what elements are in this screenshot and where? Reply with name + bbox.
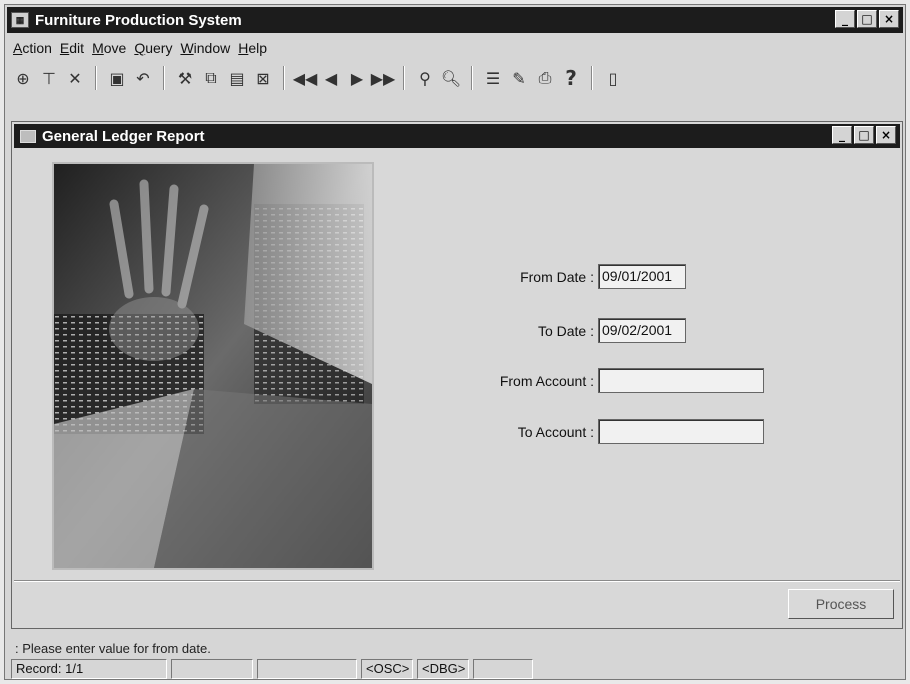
exit-icon[interactable]: ▯: [601, 66, 625, 90]
minimize-button[interactable]: _: [835, 10, 855, 28]
app-icon: ▦: [11, 12, 29, 28]
copy-icon[interactable]: ⧉: [199, 66, 223, 90]
child-title: General Ledger Report: [42, 127, 205, 145]
status-panel-empty: [473, 659, 533, 679]
toolbar-separator: [95, 66, 97, 90]
to-date-field[interactable]: 09/02/2001: [598, 318, 686, 343]
last-record-icon[interactable]: ▶▶: [371, 66, 396, 90]
decorative-image-graphic: [54, 164, 372, 568]
to-account-row: To Account :: [452, 419, 764, 444]
process-button[interactable]: Process: [788, 589, 894, 619]
next-record-icon[interactable]: ▶: [345, 66, 369, 90]
help-icon[interactable]: ?: [559, 66, 583, 90]
menu-move[interactable]: Move: [92, 40, 126, 56]
dbg-indicator: <DBG>: [417, 659, 469, 679]
child-maximize-button[interactable]: □: [854, 126, 874, 144]
menu-help[interactable]: Help: [238, 40, 267, 56]
filter-icon[interactable]: ⊤: [37, 66, 61, 90]
menu-bar: Action Edit Move Query Window Help: [13, 37, 267, 59]
search-icon[interactable]: ⚲: [413, 66, 437, 90]
window-controls: _ □ ×: [835, 10, 899, 28]
main-window: ▦ Furniture Production System _ □ × Acti…: [4, 4, 906, 680]
child-window-controls: _ □ ×: [832, 126, 896, 144]
app-title: Furniture Production System: [35, 11, 242, 29]
toolbar-separator: [471, 66, 473, 90]
to-date-row: To Date : 09/02/2001: [452, 318, 686, 343]
status-panel-empty: [257, 659, 357, 679]
from-date-field[interactable]: 09/01/2001: [598, 264, 686, 289]
from-date-row: From Date : 09/01/2001: [452, 264, 686, 289]
child-titlebar: General Ledger Report _ □ ×: [14, 124, 900, 148]
child-close-button[interactable]: ×: [876, 126, 896, 144]
clear-filter-icon[interactable]: ✕: [63, 66, 87, 90]
to-account-field[interactable]: [598, 419, 764, 444]
previous-record-icon[interactable]: ◀: [319, 66, 343, 90]
form-separator: [14, 580, 900, 582]
form-icon: [20, 129, 36, 143]
status-message: : Please enter value for from date.: [15, 641, 211, 656]
general-ledger-report-window: General Ledger Report _ □ × From Date: …: [11, 121, 903, 629]
first-record-icon[interactable]: ◀◀: [293, 66, 318, 90]
record-indicator: Record: 1/1: [11, 659, 167, 679]
toolbar-separator: [283, 66, 285, 90]
toolbar-separator: [591, 66, 593, 90]
menu-action[interactable]: Action: [13, 40, 52, 56]
to-account-label: To Account :: [517, 423, 594, 440]
osc-indicator: <OSC>: [361, 659, 413, 679]
menu-query[interactable]: Query: [134, 40, 172, 56]
menu-window[interactable]: Window: [180, 40, 230, 56]
zoom-icon[interactable]: 🔍︎: [439, 66, 463, 90]
toolbar-separator: [163, 66, 165, 90]
undo-icon[interactable]: ↶: [131, 66, 155, 90]
toolbar-separator: [403, 66, 405, 90]
decorative-image: [52, 162, 374, 570]
save-icon[interactable]: ▣: [105, 66, 129, 90]
status-panel-empty: [171, 659, 253, 679]
to-date-label: To Date :: [537, 322, 594, 339]
close-button[interactable]: ×: [879, 10, 899, 28]
from-account-row: From Account :: [452, 368, 764, 393]
edit-icon[interactable]: ✎: [507, 66, 531, 90]
print-icon[interactable]: ⎙: [533, 66, 557, 90]
delete-icon[interactable]: ⊠: [251, 66, 275, 90]
report-icon[interactable]: ☰: [481, 66, 505, 90]
from-account-label: From Account :: [499, 372, 594, 389]
toolbar: ⊕ ⊤ ✕ ▣ ↶ ⚒ ⧉ ▤ ⊠ ◀◀ ◀ ▶ ▶▶ ⚲ 🔍︎ ☰ ✎ ⎙ ?…: [11, 63, 625, 93]
menu-edit[interactable]: Edit: [60, 40, 84, 56]
from-account-field[interactable]: [598, 368, 764, 393]
from-date-label: From Date :: [520, 268, 594, 285]
child-minimize-button[interactable]: _: [832, 126, 852, 144]
paste-icon[interactable]: ▤: [225, 66, 249, 90]
app-titlebar: ▦ Furniture Production System _ □ ×: [7, 7, 903, 33]
status-bar: Record: 1/1 <OSC> <DBG>: [11, 659, 903, 679]
new-record-icon[interactable]: ⊕: [11, 66, 35, 90]
tools-icon[interactable]: ⚒: [173, 66, 197, 90]
maximize-button[interactable]: □: [857, 10, 877, 28]
